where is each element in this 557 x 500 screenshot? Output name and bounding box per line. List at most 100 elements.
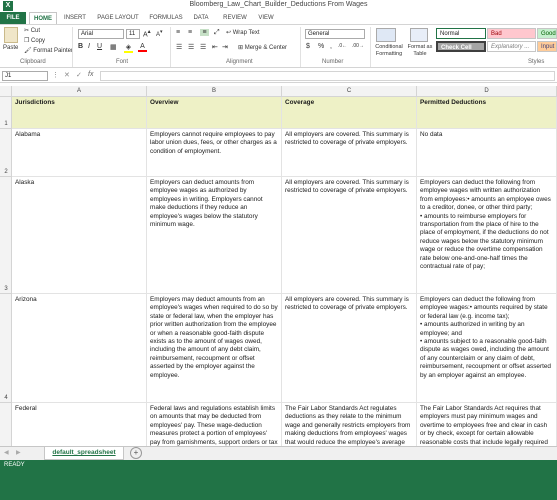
merge-center-button[interactable]: ⊞ Merge & Center <box>238 44 287 51</box>
table-cell[interactable]: The Fair Labor Standards Act requires th… <box>417 403 557 446</box>
underline-icon[interactable]: U <box>97 43 102 50</box>
scissors-icon: ✂ <box>24 28 31 34</box>
status-text: READY <box>4 462 25 468</box>
tab-review[interactable]: REVIEW <box>218 12 252 24</box>
style-check-cell[interactable]: Check Cell <box>436 41 486 52</box>
increase-indent-icon[interactable]: ⇥ <box>222 43 228 51</box>
table-cell[interactable]: All employers are covered. This summary … <box>282 294 417 403</box>
column-header-a[interactable]: A <box>12 86 147 97</box>
tab-data[interactable]: DATA <box>188 12 214 24</box>
ribbon-tabs: FILE HOME INSERT PAGE LAYOUT FORMULAS DA… <box>0 12 557 24</box>
font-size-select[interactable]: 11 <box>126 29 140 39</box>
shrink-font-icon[interactable]: A▾ <box>156 29 163 38</box>
decrease-indent-icon[interactable]: ⇤ <box>212 43 218 51</box>
table-cell[interactable]: Arizona <box>12 294 147 403</box>
paste-icon[interactable] <box>4 27 18 43</box>
table-cell[interactable]: Employers can deduct the following from … <box>417 294 557 403</box>
fill-color-icon[interactable]: ◈ <box>124 43 133 53</box>
row-header[interactable]: 4 <box>0 294 12 403</box>
tab-file[interactable]: FILE <box>0 12 26 24</box>
tab-home[interactable]: HOME <box>29 12 57 24</box>
percent-icon[interactable]: % <box>318 43 324 50</box>
insert-function-icon[interactable]: fx <box>88 71 93 78</box>
table-cell[interactable]: Federal <box>12 403 147 446</box>
ribbon-separator <box>72 27 73 67</box>
format-as-table-button[interactable]: Format as Table <box>405 44 435 58</box>
scroll-tabs-right-icon[interactable]: ▶ <box>16 449 21 456</box>
grow-font-icon[interactable]: A▴ <box>143 29 151 38</box>
table-cell[interactable]: All employers are covered. This summary … <box>282 177 417 294</box>
format-table-icon[interactable] <box>410 28 428 42</box>
enter-icon[interactable]: ✓ <box>76 71 82 79</box>
italic-icon[interactable]: I <box>88 43 90 50</box>
copy-button[interactable]: ❐ Copy <box>24 37 45 44</box>
align-middle-icon[interactable]: ≡ <box>188 29 192 36</box>
comma-style-icon[interactable]: , <box>330 43 332 50</box>
font-name-select[interactable]: Arial <box>78 29 124 39</box>
borders-icon[interactable]: ▦ <box>110 43 117 51</box>
paste-button[interactable]: Paste <box>3 45 18 51</box>
tab-page-layout[interactable]: PAGE LAYOUT <box>94 12 142 24</box>
table-cell[interactable]: All employers are covered. This summary … <box>282 129 417 177</box>
table-cell[interactable]: Alaska <box>12 177 147 294</box>
bold-icon[interactable]: B <box>78 43 83 50</box>
table-cell[interactable]: Employers can deduct amounts from employ… <box>147 177 282 294</box>
style-explanatory[interactable]: Explanatory ... <box>487 41 536 52</box>
header-cell-jurisdictions[interactable]: Jurisdictions <box>12 97 147 129</box>
row-header[interactable]: 2 <box>0 129 12 177</box>
header-cell-permitted-deductions[interactable]: Permitted Deductions <box>417 97 557 129</box>
merge-center-label: Merge & Center <box>244 45 288 51</box>
name-box[interactable]: J1 <box>2 71 48 81</box>
table-cell[interactable]: Federal laws and regulations establish l… <box>147 403 282 446</box>
table-cell[interactable]: Employers can deduct the following from … <box>417 177 557 294</box>
select-all-corner[interactable] <box>0 86 12 97</box>
number-format-select[interactable]: General <box>305 29 365 39</box>
cancel-icon[interactable]: ✕ <box>64 71 70 79</box>
tab-view[interactable]: VIEW <box>254 12 278 24</box>
header-cell-overview[interactable]: Overview <box>147 97 282 129</box>
sheet-tab-default-spreadsheet[interactable]: default_spreadsheet <box>44 447 124 460</box>
row-header[interactable]: 3 <box>0 177 12 294</box>
align-center-icon[interactable]: ☰ <box>188 43 194 51</box>
cut-button[interactable]: ✂ Cut <box>24 27 40 34</box>
wrap-text-button[interactable]: ↩ Wrap Text <box>226 29 260 36</box>
more-options-icon[interactable]: ⋮ <box>52 71 59 79</box>
align-bottom-icon[interactable]: ≡ <box>200 29 209 36</box>
font-color-icon[interactable]: A <box>138 43 147 52</box>
increase-decimal-icon[interactable]: .0← <box>338 43 347 49</box>
row-number: 4 <box>4 395 8 401</box>
column-header-c[interactable]: C <box>282 86 417 97</box>
align-right-icon[interactable]: ☰ <box>200 43 206 51</box>
orientation-icon[interactable]: ⤢ <box>214 29 220 37</box>
currency-icon[interactable]: $ <box>306 43 310 50</box>
table-cell[interactable]: Alabama <box>12 129 147 177</box>
table-cell[interactable]: Employers cannot require employees to pa… <box>147 129 282 177</box>
table-cell[interactable]: No data <box>417 129 557 177</box>
style-good[interactable]: Good <box>537 28 557 39</box>
conditional-formatting-button[interactable]: Conditional Formatting <box>372 44 406 58</box>
table-cell[interactable]: Employers may deduct amounts from an emp… <box>147 294 282 403</box>
conditional-formatting-icon[interactable] <box>376 28 396 42</box>
column-header-b[interactable]: B <box>147 86 282 97</box>
sheet-tab-bar: ◀ ▶ default_spreadsheet + <box>0 446 557 460</box>
formula-bar: J1 ⋮ ✕ ✓ fx <box>0 68 557 83</box>
paintbrush-icon: 🖌 <box>24 48 34 54</box>
table-cell[interactable]: The Fair Labor Standards Act regulates d… <box>282 403 417 446</box>
tab-insert[interactable]: INSERT <box>60 12 90 24</box>
row-header[interactable]: 5 <box>0 403 12 446</box>
header-cell-coverage[interactable]: Coverage <box>282 97 417 129</box>
add-sheet-icon[interactable]: + <box>130 447 142 459</box>
column-header-d[interactable]: D <box>417 86 557 97</box>
align-left-icon[interactable]: ☰ <box>176 43 182 51</box>
align-top-icon[interactable]: ≡ <box>176 29 180 36</box>
tab-formulas[interactable]: FORMULAS <box>146 12 186 24</box>
row-header[interactable]: 1 <box>0 97 12 129</box>
style-normal[interactable]: Normal <box>436 28 486 39</box>
style-input[interactable]: Input <box>537 41 557 52</box>
decrease-decimal-icon[interactable]: .00→ <box>352 43 364 49</box>
scroll-tabs-left-icon[interactable]: ◀ <box>4 449 9 456</box>
style-bad[interactable]: Bad <box>487 28 536 39</box>
formula-input[interactable] <box>100 71 555 81</box>
cut-label: Cut <box>30 28 41 34</box>
format-painter-button[interactable]: 🖌 Format Painter <box>24 47 73 54</box>
